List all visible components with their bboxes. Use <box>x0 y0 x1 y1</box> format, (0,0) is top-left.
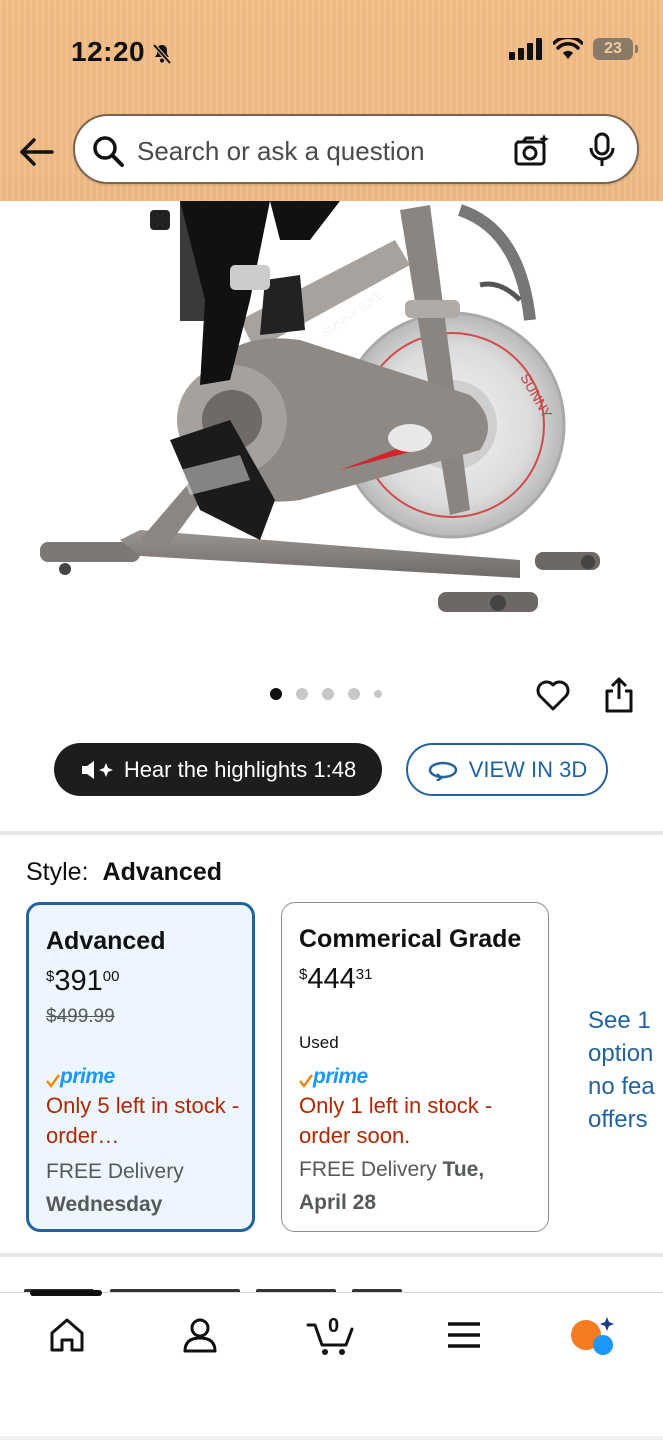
search-icon <box>93 136 124 167</box>
option-title: Advanced <box>46 927 166 955</box>
carousel-dot[interactable] <box>296 688 308 700</box>
image-carousel-dots[interactable] <box>270 688 382 700</box>
microphone-icon[interactable] <box>587 132 617 168</box>
prime-badge: prime <box>299 1065 368 1089</box>
carousel-dot[interactable] <box>348 688 360 700</box>
search-bar[interactable]: Search or ask a question <box>73 114 639 184</box>
battery-indicator: 23 <box>593 38 638 60</box>
section-divider <box>0 831 663 835</box>
home-indicator <box>0 1436 663 1440</box>
style-option-commercial-grade[interactable]: Commerical Grade $44431 Used prime Only … <box>281 902 549 1232</box>
option-price: $39100 <box>46 965 120 997</box>
carousel-dot[interactable] <box>374 690 382 698</box>
active-tab-indicator <box>30 1290 102 1296</box>
carousel-dot[interactable] <box>322 688 334 700</box>
menu-icon[interactable] <box>444 1315 484 1355</box>
carousel-dot[interactable] <box>270 688 282 700</box>
option-title: Commerical Grade <box>299 925 522 953</box>
speaker-sparkle-icon <box>81 760 113 779</box>
exercise-bike-image: SUNNY SUNNY BIKE <box>40 201 600 612</box>
hear-highlights-button[interactable]: Hear the highlights 1:48 <box>54 743 382 796</box>
option-delivery: FREE Delivery Wednesday <box>46 1160 184 1216</box>
share-icon[interactable] <box>603 676 635 714</box>
signal-icon <box>509 38 542 60</box>
rufus-assistant-icon[interactable] <box>569 1315 617 1359</box>
option-condition: Used <box>299 1033 339 1052</box>
prime-badge: prime <box>46 1065 115 1089</box>
home-icon[interactable] <box>47 1315 87 1355</box>
view-in-3d-button[interactable]: VIEW IN 3D <box>406 743 608 796</box>
prime-check-icon <box>299 1074 313 1089</box>
style-value: Advanced <box>102 858 223 886</box>
bottom-nav: 0 <box>0 1290 663 1441</box>
bell-muted-icon <box>152 43 172 65</box>
option-delivery: FREE Delivery Tue, April 28 <box>299 1158 485 1214</box>
hear-highlights-label: Hear the highlights 1:48 <box>123 756 357 782</box>
wifi-icon <box>553 38 583 59</box>
header: 12:20 23 Search or ask a question <box>0 0 663 201</box>
option-stock-status: Only 1 left in stock - order soon. <box>299 1093 493 1148</box>
cart-button[interactable]: 0 <box>306 1315 356 1362</box>
style-label: Style: <box>26 858 89 886</box>
option-price: $44431 <box>299 963 373 995</box>
option-stock-status: Only 5 left in stock - order… <box>46 1093 240 1148</box>
view-in-3d-label: VIEW IN 3D <box>468 756 588 782</box>
account-icon[interactable] <box>180 1315 220 1355</box>
style-selector-label: Style: Advanced <box>26 858 222 887</box>
camera-lens-icon[interactable] <box>513 132 551 168</box>
heart-icon[interactable] <box>535 677 571 713</box>
see-more-options-link[interactable]: See 1 option no fea offers <box>588 1004 655 1136</box>
cart-count: 0 <box>328 1315 340 1337</box>
prime-check-icon <box>46 1074 60 1089</box>
style-option-advanced[interactable]: Advanced $39100 $499.99 prime Only 5 lef… <box>26 902 255 1232</box>
back-arrow-icon[interactable] <box>18 134 56 170</box>
product-image[interactable]: SUNNY SUNNY BIKE <box>0 201 663 661</box>
option-list-price: $499.99 <box>46 1006 115 1027</box>
section-divider <box>0 1253 663 1257</box>
rotate-3d-icon <box>428 761 457 781</box>
search-input[interactable]: Search or ask a question <box>137 136 425 167</box>
status-time: 12:20 <box>71 36 146 67</box>
